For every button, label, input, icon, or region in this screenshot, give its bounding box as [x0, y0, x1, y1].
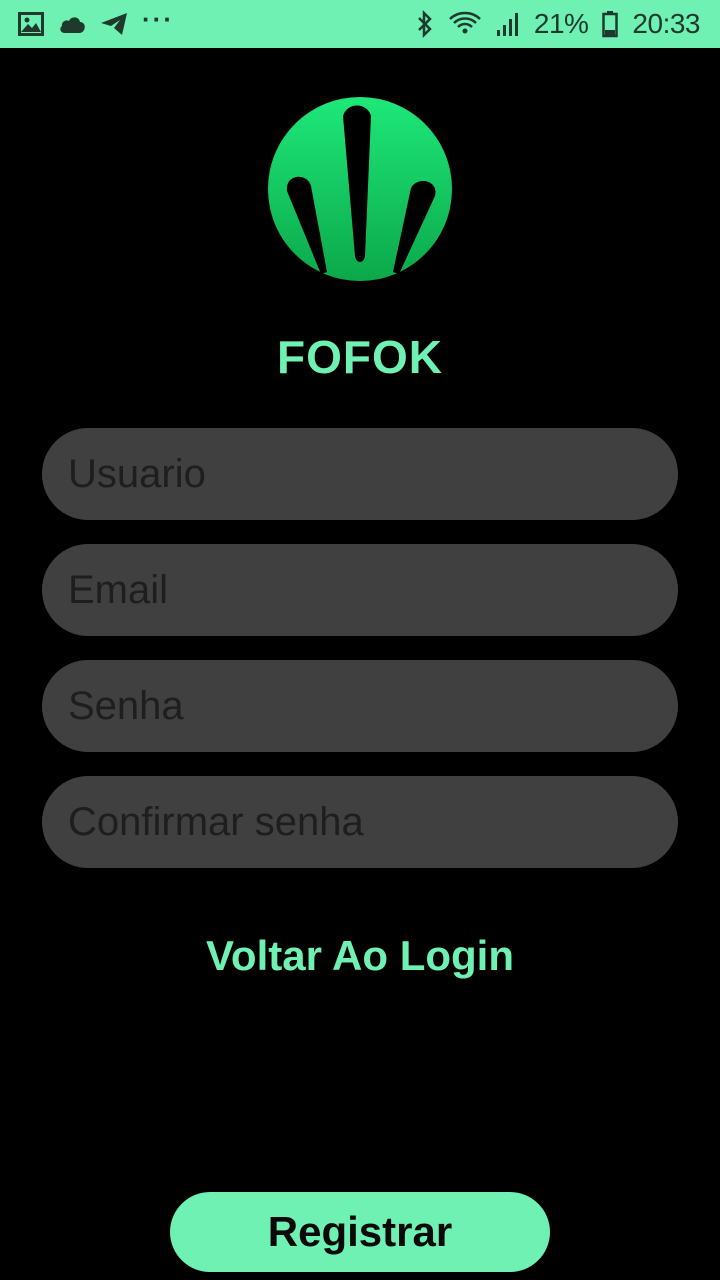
- email-field[interactable]: [42, 544, 678, 636]
- username-field[interactable]: [42, 428, 678, 520]
- battery-icon: [602, 10, 619, 38]
- status-bar-right: 21% 20:33: [416, 8, 700, 40]
- password-field[interactable]: [42, 660, 678, 752]
- battery-percent: 21%: [533, 8, 589, 39]
- image-icon: [18, 12, 44, 36]
- telegram-icon: [100, 12, 128, 36]
- signal-icon: [496, 11, 520, 37]
- app-title: FOFOK: [277, 331, 443, 383]
- confirm-password-input[interactable]: [68, 799, 652, 845]
- bluetooth-icon: [416, 10, 434, 38]
- username-input[interactable]: [68, 451, 652, 497]
- back-to-login-link[interactable]: Voltar Ao Login: [0, 932, 720, 980]
- more-dots-icon: ···: [142, 3, 174, 34]
- cloud-icon: [58, 14, 86, 34]
- status-bar-left: ···: [18, 4, 174, 36]
- confirm-password-field[interactable]: [42, 776, 678, 868]
- wifi-icon: [448, 10, 482, 38]
- register-button[interactable]: Registrar: [170, 1192, 550, 1272]
- status-bar: ··· 21% 20:33: [0, 0, 720, 48]
- password-input[interactable]: [68, 683, 652, 729]
- fofok-logo-icon: [267, 96, 453, 282]
- email-input[interactable]: [68, 567, 652, 613]
- clock: 20:33: [632, 8, 700, 39]
